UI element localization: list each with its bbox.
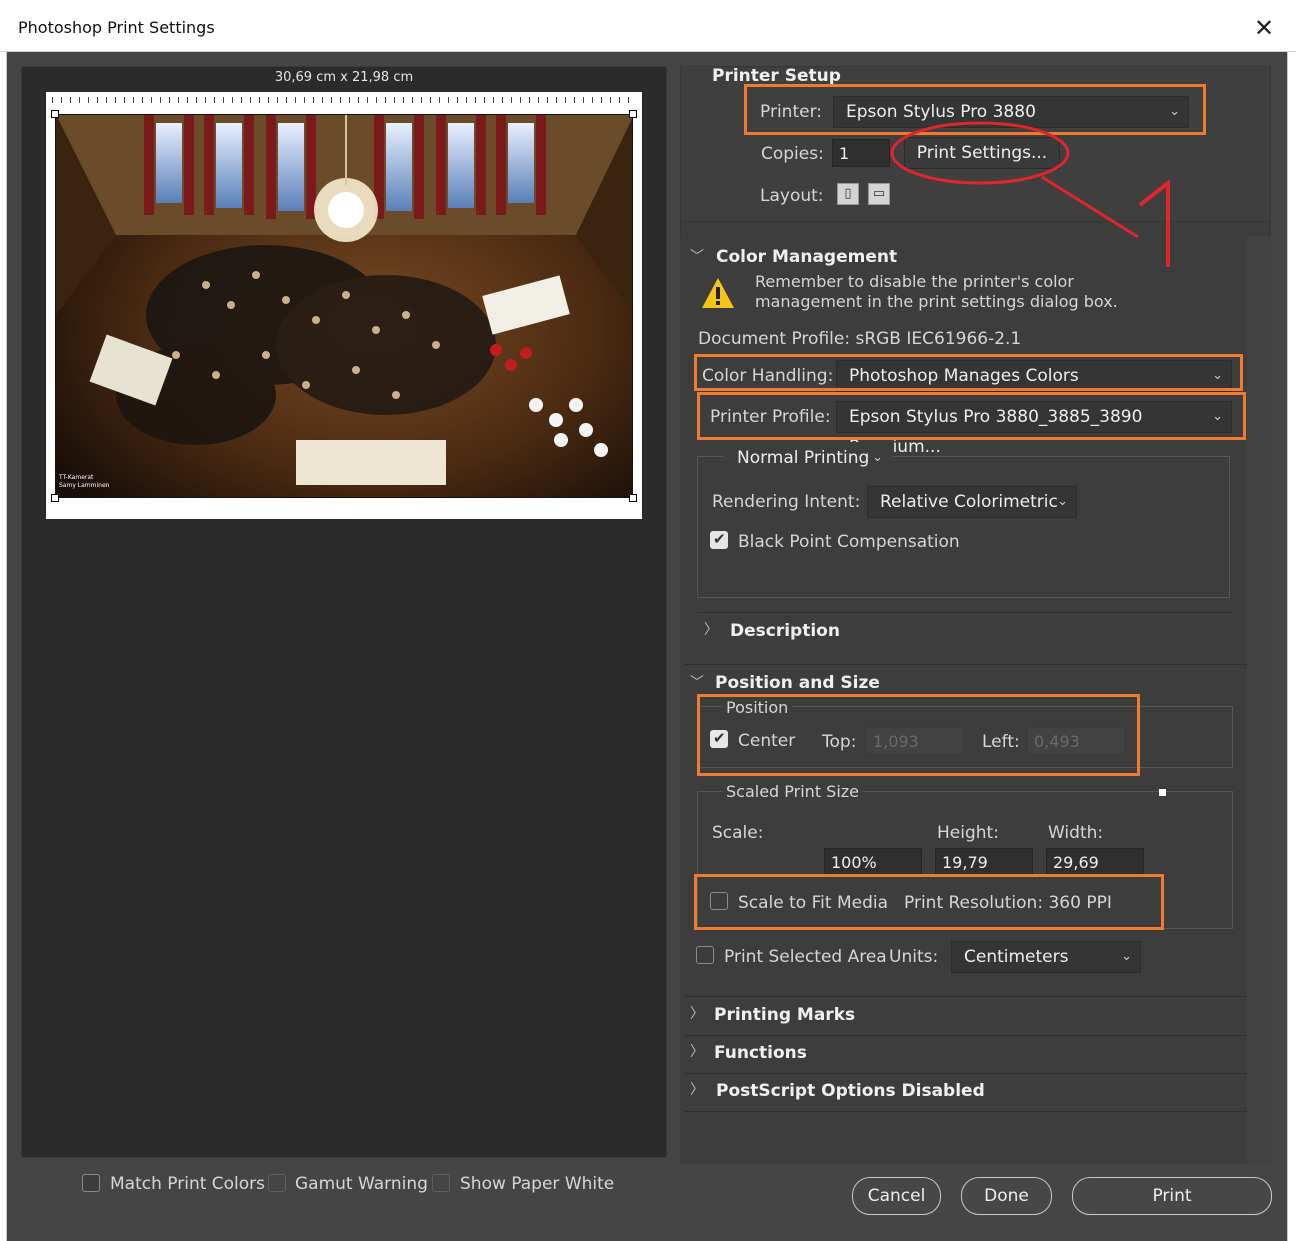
window-title: Photoshop Print Settings — [18, 18, 215, 37]
warning-line: Remember to disable the printer's color — [755, 272, 1074, 291]
height-input[interactable]: 19,79 — [935, 848, 1033, 876]
crop-handle-top-left[interactable] — [51, 110, 59, 118]
highlight-color-handling — [694, 354, 1243, 391]
rendering-intent-value: Relative Colorimetric — [880, 492, 1058, 512]
print-selected-area-label: Print Selected Area — [724, 947, 887, 967]
chevron-down-icon: ⌄ — [1057, 494, 1068, 509]
highlight-scale-to-fit — [694, 874, 1164, 930]
rendering-intent-label: Rendering Intent: — [712, 492, 861, 512]
highlight-position — [697, 694, 1140, 776]
preview-ruler — [52, 97, 636, 103]
crop-handle-bottom-right[interactable] — [629, 494, 637, 502]
divider — [697, 612, 1233, 613]
postscript-title[interactable]: PostScript Options Disabled — [716, 1081, 985, 1101]
black-point-checkbox[interactable] — [710, 530, 728, 549]
chevron-right-icon[interactable]: 〉 — [704, 619, 718, 639]
units-dropdown[interactable]: Centimeters ⌄ — [951, 941, 1141, 973]
functions-title[interactable]: Functions — [714, 1043, 807, 1063]
copies-label: Copies: — [761, 144, 824, 164]
match-print-colors-checkbox[interactable] — [82, 1174, 100, 1192]
printing-mode-value: Normal Printing — [737, 448, 870, 468]
divider — [684, 664, 1247, 665]
warning-icon — [702, 278, 734, 308]
print-button[interactable]: Print — [1072, 1177, 1272, 1215]
link-indicator — [1159, 789, 1166, 796]
layout-label: Layout: — [760, 186, 824, 206]
divider — [684, 1073, 1247, 1074]
cancel-button[interactable]: Cancel — [852, 1177, 941, 1215]
crop-handle-bottom-left[interactable] — [51, 494, 59, 502]
scale-label: Scale: — [712, 823, 764, 843]
landscape-orientation-icon[interactable]: ▭ — [868, 183, 890, 205]
show-paper-white-label: Show Paper White — [460, 1174, 615, 1194]
scale-input[interactable]: 100% — [824, 848, 922, 876]
print-selected-area-checkbox[interactable] — [696, 946, 714, 964]
annotation-markup — [890, 121, 1170, 267]
divider — [684, 1035, 1247, 1036]
show-paper-white-checkbox[interactable] — [432, 1174, 450, 1192]
warning-line: management in the print settings dialog … — [755, 292, 1118, 311]
units-value: Centimeters — [964, 947, 1069, 967]
divider — [684, 1111, 1247, 1112]
chevron-down-icon[interactable]: ﹀ — [690, 672, 704, 692]
gamut-warning-checkbox[interactable] — [268, 1174, 286, 1192]
chevron-right-icon[interactable]: 〉 — [690, 1041, 704, 1061]
crop-handle-top-right[interactable] — [629, 110, 637, 118]
gamut-warning-label: Gamut Warning — [295, 1174, 428, 1194]
rendering-intent-dropdown[interactable]: Relative Colorimetric ⌄ — [867, 486, 1077, 518]
units-label: Units: — [889, 947, 939, 967]
height-label: Height: — [937, 823, 999, 843]
position-size-title[interactable]: Position and Size — [715, 673, 880, 693]
printing-marks-title[interactable]: Printing Marks — [714, 1005, 855, 1025]
document-profile: Document Profile: sRGB IEC61966-2.1 — [698, 329, 1022, 349]
preview-dimensions: 30,69 cm x 21,98 cm — [274, 70, 414, 85]
portrait-orientation-icon[interactable]: ▯ — [837, 183, 859, 205]
chevron-right-icon[interactable]: 〉 — [690, 1003, 704, 1023]
chevron-down-icon: ⌄ — [872, 450, 883, 465]
width-label: Width: — [1048, 823, 1104, 843]
close-button[interactable]: ✕ — [1246, 10, 1282, 46]
printer-setup-title: Printer Setup — [712, 66, 841, 86]
color-management-title[interactable]: Color Management — [716, 247, 897, 267]
width-input[interactable]: 29,69 — [1046, 848, 1144, 876]
chevron-down-icon: ⌄ — [1121, 949, 1132, 964]
description-title[interactable]: Description — [730, 621, 840, 641]
chevron-down-icon[interactable]: ﹀ — [690, 246, 704, 266]
printing-mode-group — [697, 456, 1230, 598]
match-print-colors-label: Match Print Colors — [110, 1174, 266, 1194]
copies-input[interactable]: 1 — [832, 139, 890, 167]
divider — [684, 996, 1247, 997]
black-point-label: Black Point Compensation — [738, 532, 960, 552]
scaled-print-size-title: Scaled Print Size — [722, 782, 864, 801]
printing-mode-dropdown[interactable]: Normal Printing ⌄ — [724, 442, 892, 472]
photo-credit-line: Samy Lamminen — [59, 482, 110, 489]
highlight-printer-profile — [697, 392, 1246, 440]
photo-preview[interactable] — [55, 114, 633, 498]
settings-scrollbar[interactable] — [1247, 236, 1271, 1164]
photo-image — [56, 115, 632, 497]
photo-credit: TT-Kamerat Samy Lamminen — [59, 474, 109, 490]
photo-credit-line: TT-Kamerat — [59, 474, 94, 481]
done-button[interactable]: Done — [961, 1177, 1052, 1215]
chevron-right-icon[interactable]: 〉 — [690, 1079, 704, 1099]
color-warning-text: Remember to disable the printer's color … — [755, 272, 1118, 312]
